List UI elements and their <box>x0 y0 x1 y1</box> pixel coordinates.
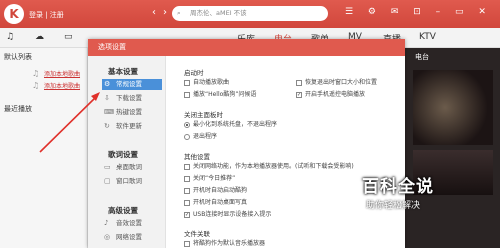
nav-section-basic: 基本设置 <box>108 67 138 76</box>
option-usb-prompt[interactable]: ✓ USB连接时显示设备接入提示 <box>184 211 271 219</box>
login-register-link[interactable]: 登录 | 注册 <box>29 10 64 20</box>
checkbox-checked[interactable]: ✓ <box>184 212 190 218</box>
option-minimize-tray[interactable]: 最小化到系统托盘，不退出程序 <box>184 121 277 129</box>
nav-item-label: 下载设置 <box>116 94 142 102</box>
section-close-panel: 关闭主面板时 <box>184 111 223 119</box>
checkbox[interactable] <box>184 200 190 206</box>
radio[interactable] <box>184 134 190 140</box>
nav-item-label: 音效设置 <box>116 219 142 227</box>
network-icon: ◎ <box>104 233 111 241</box>
dialog-nav: 基本设置 ⚙ 常规设置 ⇩ 下载设置 ⌨ 热键设置 ↻ 软件更新 歌词设置 ▭ … <box>88 56 166 248</box>
radio-label: 电台 <box>415 53 429 61</box>
options-dialog: 选项设置 基本设置 ⚙ 常规设置 ⇩ 下载设置 ⌨ 热键设置 ↻ 软件更新 歌词… <box>88 39 405 248</box>
nav-item-network[interactable]: ◎ 网络设置 <box>102 232 162 243</box>
option-default-player[interactable]: 将酷狗作为默认音乐播放器 <box>184 240 265 248</box>
search-icon: ⌕ <box>177 9 181 17</box>
section-startup: 启动时 <box>184 69 204 77</box>
keyboard-icon: ⌨ <box>104 108 115 116</box>
sound-icon: ♪ <box>104 219 109 227</box>
section-other: 其他设置 <box>184 153 210 161</box>
radio-selected[interactable] <box>184 122 190 128</box>
nav-item-label: 窗口歌词 <box>116 177 142 185</box>
refresh-icon: ↻ <box>104 122 110 130</box>
tab-ktv[interactable]: KTV <box>419 32 436 42</box>
checkbox[interactable] <box>184 80 190 86</box>
watermark-title: 百科全说 <box>362 177 434 197</box>
app-logo: K <box>4 4 24 24</box>
recent-play-header[interactable]: 最近播放 <box>4 104 32 114</box>
music-file-icon: ♫ <box>32 69 40 78</box>
nav-item-label: 网络设置 <box>116 233 142 241</box>
option-autostart[interactable]: 开机时自动启动酷狗 <box>184 187 247 195</box>
nav-item-label: 软件更新 <box>116 122 142 130</box>
search-input[interactable]: ⌕ 周杰伦、aMEI 不该 <box>172 6 328 21</box>
download-icon: ⇩ <box>104 94 110 102</box>
nav-item-window-lyrics[interactable]: ▢ 窗口歌词 <box>102 176 162 187</box>
nav-item-sound[interactable]: ♪ 音效设置 <box>102 218 162 229</box>
nav-item-hotkey[interactable]: ⌨ 热键设置 <box>102 107 162 118</box>
checkbox[interactable] <box>296 80 302 86</box>
add-local-songs-link[interactable]: 添加本地歌曲 <box>44 81 80 90</box>
album-art[interactable] <box>413 70 493 145</box>
option-mobile-remote[interactable]: ✓ 开启手机遥控电脑播放 <box>296 91 365 99</box>
title-bar: K 登录 | 注册 ‹ › ⌕ 周杰伦、aMEI 不该 ☰ ⚙ ✉ ⊡ – ▭ … <box>0 0 500 28</box>
search-placeholder: 周杰伦、aMEI 不该 <box>190 9 247 17</box>
nav-item-label: 常规设置 <box>116 80 142 88</box>
nav-item-desktop-lyrics[interactable]: ▭ 桌面歌词 <box>102 162 162 173</box>
nav-item-label: 热键设置 <box>116 108 142 116</box>
option-exit-program[interactable]: 退出程序 <box>184 133 217 141</box>
nav-section-advanced: 高级设置 <box>108 206 138 215</box>
default-list-header[interactable]: 默认列表 <box>4 52 32 62</box>
nav-item-label: 桌面歌词 <box>116 163 142 171</box>
checkbox[interactable] <box>184 92 190 98</box>
window-controls[interactable]: ☰ ⚙ ✉ ⊡ – ▭ ✕ <box>345 7 492 17</box>
nav-item-general[interactable]: ⚙ 常规设置 <box>102 79 162 90</box>
monitor-icon: ▭ <box>104 163 111 171</box>
checkbox-checked[interactable]: ✓ <box>296 92 302 98</box>
playlist-sidebar: 默认列表 ♫ 添加本地歌曲 ♫ 添加本地歌曲 最近播放 <box>0 48 88 248</box>
device-icon[interactable]: ▭ <box>64 32 73 42</box>
nav-section-lyrics: 歌词设置 <box>108 150 138 159</box>
watermark: 百科全说 助你轻松解决 <box>362 172 482 224</box>
gear-icon: ⚙ <box>104 80 111 88</box>
checkbox[interactable] <box>184 164 190 170</box>
checkbox[interactable] <box>184 188 190 194</box>
forward-arrow-icon[interactable]: › <box>159 7 171 19</box>
watermark-subtitle: 助你轻松解决 <box>366 201 421 211</box>
option-restore-window[interactable]: 恢复退出时窗口大小和位置 <box>296 79 377 87</box>
nav-item-download[interactable]: ⇩ 下载设置 <box>102 93 162 104</box>
option-hello-greeting[interactable]: 播放“Hello酷狗”问候语 <box>184 91 256 99</box>
nav-item-update[interactable]: ↻ 软件更新 <box>102 121 162 132</box>
cloud-icon[interactable]: ☁ <box>35 32 44 42</box>
option-auto-play[interactable]: 自动播放歌曲 <box>184 79 229 87</box>
section-file-association: 文件关联 <box>184 230 210 238</box>
add-local-songs-link[interactable]: 添加本地歌曲 <box>44 69 80 78</box>
checkbox[interactable] <box>184 241 190 247</box>
music-note-icon[interactable]: ♫ <box>6 32 14 42</box>
checkbox[interactable] <box>184 176 190 182</box>
option-desktop-photo[interactable]: 开机时自动桌面写真 <box>184 199 247 207</box>
option-disable-today-recommend[interactable]: 关闭“今日推荐” <box>184 175 235 183</box>
music-file-icon: ♫ <box>32 81 40 90</box>
dialog-title: 选项设置 <box>88 39 405 56</box>
option-disable-network[interactable]: 关闭网络功能，作为本地播放器使用。(试听和下载会受影响) <box>184 163 354 171</box>
window-icon: ▢ <box>104 177 111 185</box>
